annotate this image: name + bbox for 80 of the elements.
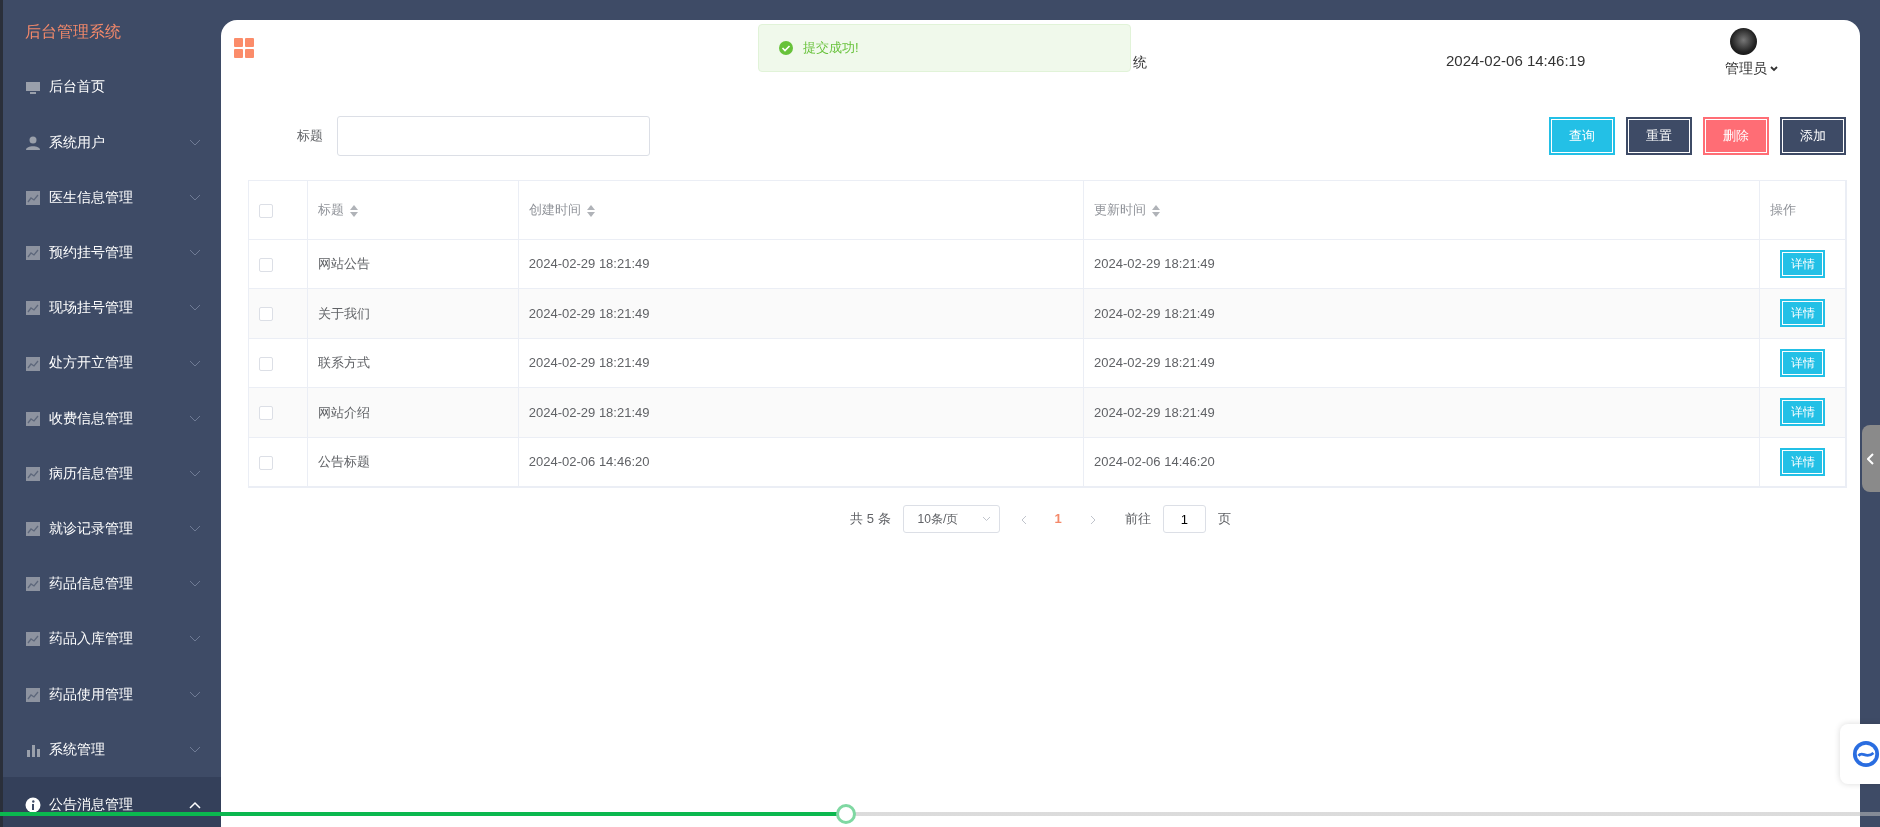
chart-icon bbox=[25, 355, 41, 372]
chart-icon bbox=[25, 300, 41, 317]
sidebar-item[interactable]: 系统管理 bbox=[3, 722, 221, 778]
chart-icon bbox=[25, 576, 41, 593]
avatar[interactable] bbox=[1730, 28, 1757, 55]
field-label: 标题 bbox=[297, 127, 323, 146]
info-icon bbox=[25, 797, 41, 814]
sidebar-item[interactable]: 就诊记录管理 bbox=[3, 501, 221, 557]
sidebar-title: 后台管理系统 bbox=[24, 22, 122, 42]
table-cell: 网站介绍 bbox=[318, 404, 371, 420]
table-cell: 2024-02-29 18:21:49 bbox=[1094, 305, 1215, 321]
sidebar-item[interactable]: 收费信息管理 bbox=[3, 391, 221, 447]
sidebar-item[interactable]: 处方开立管理 bbox=[3, 335, 221, 392]
user-menu[interactable]: 管理员 bbox=[1725, 58, 1778, 79]
action-button[interactable]: 重置 bbox=[1626, 117, 1692, 155]
table-cell: 2024-02-29 18:21:49 bbox=[528, 256, 650, 271]
header-title: 统 bbox=[1133, 53, 1147, 72]
column-header: 创建时间 bbox=[528, 202, 581, 217]
goto-label: 前往 bbox=[1124, 510, 1151, 529]
row-checkbox[interactable] bbox=[259, 257, 273, 272]
sidebar-item[interactable]: 药品信息管理 bbox=[3, 556, 221, 612]
sidebar-item[interactable]: 公告消息管理 bbox=[3, 777, 221, 827]
chart-icon bbox=[25, 410, 41, 427]
check-circle-icon bbox=[779, 41, 793, 55]
table-cell: 联系方式 bbox=[318, 355, 371, 370]
chart-icon bbox=[25, 521, 41, 538]
sidebar-item[interactable]: 预约挂号管理 bbox=[3, 225, 221, 281]
sidebar-item[interactable]: 病历信息管理 bbox=[3, 446, 221, 502]
toast-message: 提交成功! bbox=[803, 39, 859, 58]
chart-icon bbox=[25, 245, 41, 262]
chevron-left-icon bbox=[1019, 514, 1027, 525]
collapse-tab[interactable] bbox=[1862, 425, 1880, 492]
column-header: 操作 bbox=[1770, 202, 1797, 217]
sidebar-item[interactable]: 医生信息管理 bbox=[3, 170, 221, 226]
row-checkbox[interactable] bbox=[259, 307, 273, 322]
table-cell: 2024-02-29 18:21:49 bbox=[1094, 256, 1215, 271]
monitor-icon bbox=[25, 79, 41, 96]
column-header: 更新时间 bbox=[1094, 202, 1147, 217]
sidebar-item[interactable]: 药品使用管理 bbox=[3, 667, 221, 723]
chevron-left-icon bbox=[1867, 452, 1875, 465]
table-cell: 2024-02-29 18:21:49 bbox=[528, 355, 650, 370]
caret-icon bbox=[1770, 65, 1778, 72]
sort-icon[interactable] bbox=[350, 204, 359, 217]
table-cell: 关于我们 bbox=[318, 305, 371, 321]
sidebar-item[interactable]: 后台首页 bbox=[3, 60, 221, 116]
row-checkbox[interactable] bbox=[259, 406, 273, 421]
chart-icon bbox=[25, 686, 41, 703]
user-icon bbox=[25, 134, 41, 151]
logo-icon bbox=[1852, 739, 1880, 769]
sidebar-item[interactable]: 现场挂号管理 bbox=[3, 280, 221, 336]
table-cell: 2024-02-06 14:46:20 bbox=[528, 454, 650, 469]
chevron-right-icon bbox=[1089, 514, 1097, 525]
chart-icon bbox=[25, 631, 41, 648]
action-button[interactable]: 添加 bbox=[1780, 117, 1846, 155]
chevron-down-icon bbox=[981, 516, 991, 522]
table-cell: 2024-02-06 14:46:20 bbox=[1094, 454, 1215, 469]
sidebar-item[interactable]: 药品入库管理 bbox=[3, 611, 221, 668]
search-field[interactable] bbox=[337, 116, 650, 156]
table-cell: 2024-02-29 18:21:49 bbox=[1094, 404, 1215, 420]
sort-icon[interactable] bbox=[586, 204, 595, 217]
datetime-text: 2024-02-06 14:46:19 bbox=[1446, 51, 1586, 71]
select-all-checkbox[interactable] bbox=[259, 203, 273, 218]
row-checkbox[interactable] bbox=[259, 356, 273, 371]
chart-icon bbox=[25, 189, 41, 206]
table-cell: 网站公告 bbox=[318, 256, 371, 271]
table-cell: 公告标题 bbox=[318, 454, 371, 469]
sort-icon[interactable] bbox=[1152, 204, 1161, 217]
page-suffix: 页 bbox=[1217, 510, 1231, 529]
chart-icon bbox=[25, 465, 41, 482]
page-jump-field[interactable]: 1 bbox=[1162, 505, 1206, 533]
row-checkbox[interactable] bbox=[259, 455, 273, 470]
sidebar-item[interactable]: 系统用户 bbox=[3, 115, 221, 171]
assistant-widget[interactable] bbox=[1840, 724, 1880, 784]
page-size-select[interactable]: 10条/页 bbox=[902, 505, 1000, 533]
total-count: 共 5 条 bbox=[850, 510, 891, 529]
column-header: 标题 bbox=[318, 202, 345, 217]
table-cell: 2024-02-29 18:21:49 bbox=[1094, 355, 1215, 370]
menu-icon[interactable] bbox=[234, 37, 254, 57]
table-cell: 2024-02-29 18:21:49 bbox=[528, 404, 650, 420]
table-cell: 2024-02-29 18:21:49 bbox=[528, 305, 650, 321]
